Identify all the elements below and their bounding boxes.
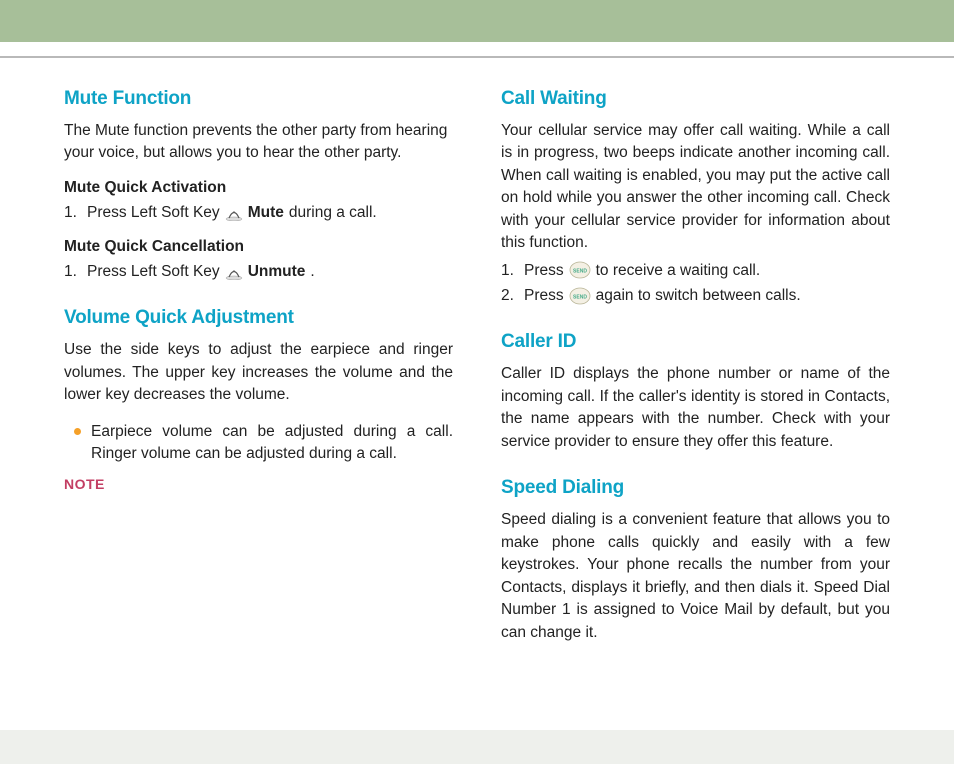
mute-cancel-subheading: Mute Quick Cancellation: [64, 238, 453, 256]
send-key-icon: SEND: [569, 287, 591, 305]
step-tail: to receive a waiting call.: [596, 259, 761, 282]
header-band: [0, 0, 954, 42]
bullet-icon: [74, 428, 81, 435]
mute-description: The Mute function prevents the other par…: [64, 120, 453, 165]
list-item: 1. Press SEND to receive a waiting call.: [501, 259, 890, 282]
list-item: 2. Press SEND again to switch between ca…: [501, 284, 890, 307]
step-text: Press: [524, 284, 564, 307]
list-item: 1. Press Left Soft Key Unmute.: [64, 260, 453, 283]
heading-volume: Volume Quick Adjustment: [64, 307, 453, 329]
svg-text:SEND: SEND: [573, 269, 587, 275]
call-waiting-steps: 1. Press SEND to receive a waiting call.…: [501, 259, 890, 308]
heading-call-waiting: Call Waiting: [501, 88, 890, 110]
left-soft-key-icon: [225, 205, 243, 221]
section-mute-function: Mute Function The Mute function prevents…: [64, 88, 453, 283]
caller-id-description: Caller ID displays the phone number or n…: [501, 363, 890, 453]
section-volume: Volume Quick Adjustment Use the side key…: [64, 307, 453, 491]
svg-text:SEND: SEND: [573, 294, 587, 300]
right-column: Call Waiting Your cellular service may o…: [501, 88, 890, 668]
footer-band: [0, 730, 954, 764]
page-content: Mute Function The Mute function prevents…: [0, 58, 954, 668]
send-key-icon: SEND: [569, 261, 591, 279]
volume-bullet: Earpiece volume can be adjusted during a…: [64, 421, 453, 466]
step-tail: during a call.: [289, 201, 377, 224]
step-number: 1.: [64, 260, 82, 283]
step-number: 1.: [64, 201, 82, 224]
section-caller-id: Caller ID Caller ID displays the phone n…: [501, 331, 890, 453]
list-item: 1. Press Left Soft Key Mute during a cal…: [64, 201, 453, 224]
step-tail: again to switch between calls.: [596, 284, 801, 307]
heading-speed-dialing: Speed Dialing: [501, 477, 890, 499]
section-speed-dialing: Speed Dialing Speed dialing is a conveni…: [501, 477, 890, 644]
step-text: Press Left Soft Key: [87, 260, 220, 283]
left-column: Mute Function The Mute function prevents…: [64, 88, 453, 668]
step-number: 1.: [501, 259, 519, 282]
volume-description: Use the side keys to adjust the earpiece…: [64, 339, 453, 406]
mute-activation-subheading: Mute Quick Activation: [64, 179, 453, 197]
call-waiting-description: Your cellular service may offer call wai…: [501, 120, 890, 255]
left-soft-key-icon: [225, 264, 243, 280]
step-text: Press: [524, 259, 564, 282]
note-label: NOTE: [64, 476, 453, 492]
heading-caller-id: Caller ID: [501, 331, 890, 353]
step-tail: .: [310, 260, 314, 283]
step-text: Press Left Soft Key: [87, 201, 220, 224]
heading-mute: Mute Function: [64, 88, 453, 110]
section-call-waiting: Call Waiting Your cellular service may o…: [501, 88, 890, 307]
step-bold: Unmute: [248, 260, 306, 283]
mute-activation-steps: 1. Press Left Soft Key Mute during a cal…: [64, 201, 453, 224]
step-number: 2.: [501, 284, 519, 307]
bullet-text: Earpiece volume can be adjusted during a…: [91, 421, 453, 466]
step-bold: Mute: [248, 201, 284, 224]
mute-cancel-steps: 1. Press Left Soft Key Unmute.: [64, 260, 453, 283]
speed-dialing-description: Speed dialing is a convenient feature th…: [501, 509, 890, 644]
